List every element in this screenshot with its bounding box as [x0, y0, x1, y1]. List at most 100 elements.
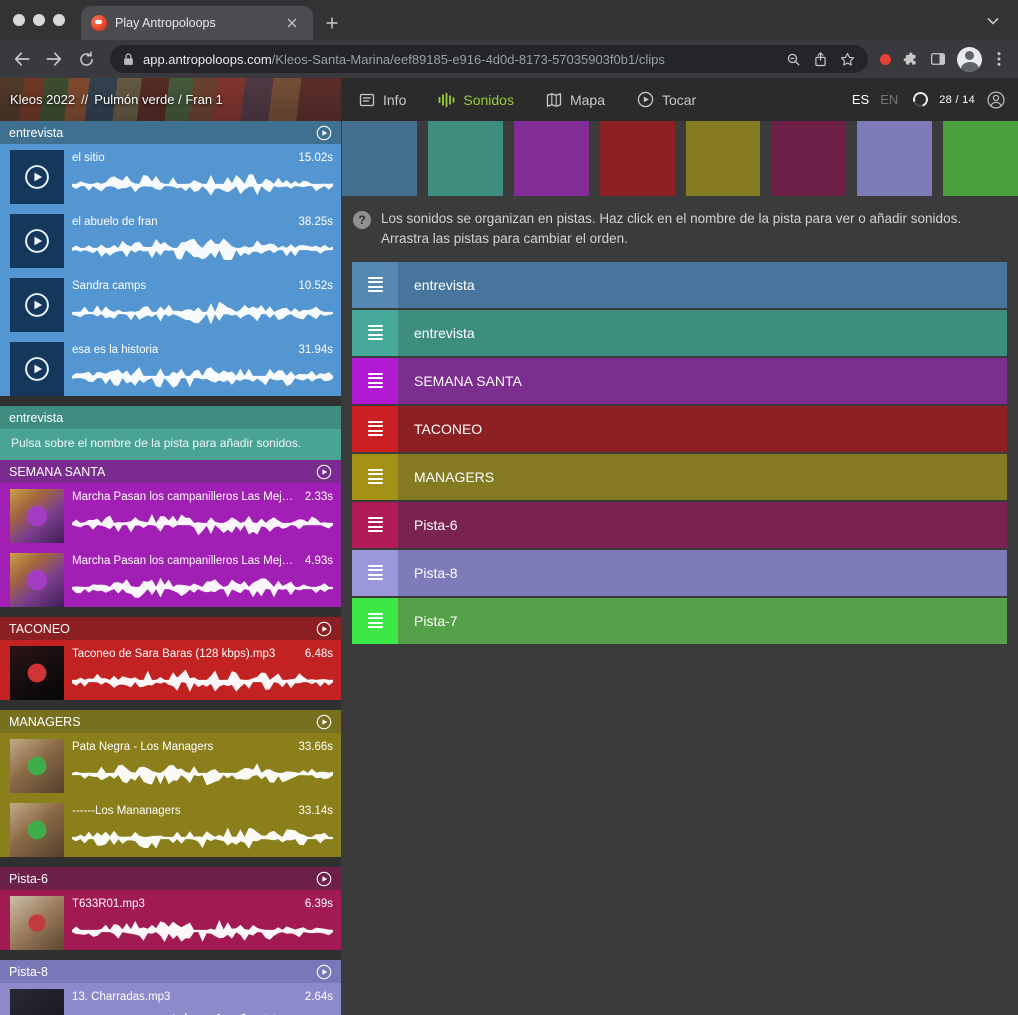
clip[interactable]: ------Los Mananagers33.14s	[10, 803, 333, 857]
track-row-name[interactable]: entrevista	[398, 262, 1007, 308]
recording-extension-icon[interactable]	[880, 54, 891, 65]
track-row-name[interactable]: Pista-7	[398, 598, 1007, 644]
track-row-name[interactable]: SEMANA SANTA	[398, 358, 1007, 404]
track-row[interactable]: Pista-6	[352, 502, 1007, 548]
drag-handle[interactable]	[352, 454, 398, 500]
drag-handle[interactable]	[352, 310, 398, 356]
clip-play-button[interactable]	[10, 150, 64, 204]
menu-kebab-icon[interactable]	[992, 51, 1006, 67]
clip-thumbnail[interactable]	[10, 989, 64, 1015]
track-row-name[interactable]: entrevista	[398, 310, 1007, 356]
clip[interactable]: 13. Charradas.mp32.64s	[10, 989, 333, 1015]
clip-thumbnail[interactable]	[10, 896, 64, 950]
clip[interactable]: Taconeo de Sara Baras (128 kbps).mp36.48…	[10, 646, 333, 700]
track-header[interactable]: entrevista	[0, 406, 341, 429]
clip-play-button[interactable]	[10, 278, 64, 332]
track-header[interactable]: entrevista	[0, 121, 341, 144]
drag-handle[interactable]	[352, 598, 398, 644]
lang-es-button[interactable]: ES	[852, 92, 869, 107]
clip[interactable]: el abuelo de fran38.25s	[10, 214, 333, 268]
tracks-sidebar: entrevista el sitio15.02s el abuelo de fra…	[0, 121, 341, 1015]
play-track-button[interactable]	[316, 621, 332, 637]
extensions-puzzle-icon[interactable]	[901, 50, 919, 68]
track-row-name[interactable]: Pista-6	[398, 502, 1007, 548]
clip[interactable]: esa es la historia31.94s	[10, 342, 333, 396]
address-bar[interactable]: app.antropoloops.com/Kleos-Santa-Marina/…	[110, 45, 868, 73]
zoom-icon[interactable]	[785, 51, 802, 68]
track-row[interactable]: Pista-7	[352, 598, 1007, 644]
close-window-button[interactable]	[13, 14, 25, 26]
clip-duration: 33.14s	[298, 805, 333, 817]
track-row[interactable]: SEMANA SANTA	[352, 358, 1007, 404]
breadcrumb-project[interactable]: Kleos 2022	[10, 92, 75, 107]
play-track-button[interactable]	[316, 714, 332, 730]
zoom-window-button[interactable]	[53, 14, 65, 26]
profile-avatar[interactable]	[957, 47, 982, 72]
lang-en-button[interactable]: EN	[880, 92, 898, 107]
track-row[interactable]: entrevista	[352, 310, 1007, 356]
track-color-swatch[interactable]	[943, 121, 1018, 196]
track-color-swatch[interactable]	[428, 121, 503, 196]
clip-thumbnail[interactable]	[10, 553, 64, 607]
track-color-swatch[interactable]	[514, 121, 589, 196]
drag-handle[interactable]	[352, 358, 398, 404]
track-row[interactable]: entrevista	[352, 262, 1007, 308]
play-track-button[interactable]	[316, 871, 332, 887]
new-tab-button[interactable]	[321, 12, 343, 34]
clip[interactable]: Marcha Pasan los campanilleros Las Mejor…	[10, 489, 333, 543]
clip[interactable]: el sitio15.02s	[10, 150, 333, 204]
track-row-name[interactable]: MANAGERS	[398, 454, 1007, 500]
bookmark-star-icon[interactable]	[839, 51, 856, 68]
clip[interactable]: Sandra camps10.52s	[10, 278, 333, 332]
side-panel-icon[interactable]	[929, 50, 947, 68]
drag-handle[interactable]	[352, 406, 398, 452]
account-icon[interactable]	[986, 90, 1006, 110]
clip-duration: 33.66s	[298, 741, 333, 753]
clip[interactable]: T633R01.mp36.39s	[10, 896, 333, 950]
track-row[interactable]: MANAGERS	[352, 454, 1007, 500]
nav-tab-sonidos[interactable]: Sonidos	[438, 92, 514, 108]
track-header[interactable]: MANAGERS	[0, 710, 341, 733]
clip[interactable]: Pata Negra - Los Managers33.66s	[10, 739, 333, 793]
track-row[interactable]: TACONEO	[352, 406, 1007, 452]
track-header[interactable]: Pista-8	[0, 960, 341, 983]
drag-handle[interactable]	[352, 502, 398, 548]
play-track-button[interactable]	[316, 125, 332, 141]
clip-thumbnail[interactable]	[10, 646, 64, 700]
clip-thumbnail[interactable]	[10, 489, 64, 543]
track-color-swatch[interactable]	[771, 121, 846, 196]
nav-tab-mapa[interactable]: Mapa	[546, 92, 605, 108]
track-color-swatch[interactable]	[600, 121, 675, 196]
track-row-name[interactable]: Pista-8	[398, 550, 1007, 596]
clip-play-button[interactable]	[10, 342, 64, 396]
reload-button[interactable]	[72, 45, 100, 73]
track-header[interactable]: Pista-6	[0, 867, 341, 890]
track-header[interactable]: TACONEO	[0, 617, 341, 640]
clip-duration: 10.52s	[298, 280, 333, 292]
nav-tab-info[interactable]: Info	[359, 92, 406, 108]
clip-play-button[interactable]	[10, 214, 64, 268]
clip[interactable]: Marcha Pasan los campanilleros Las Mejor…	[10, 553, 333, 607]
share-icon[interactable]	[812, 51, 829, 68]
drag-handle[interactable]	[352, 550, 398, 596]
drag-handle[interactable]	[352, 262, 398, 308]
back-button[interactable]	[8, 45, 36, 73]
breadcrumb[interactable]: Kleos 2022 // Pulmón verde / Fran 1	[0, 78, 341, 121]
track-color-swatch[interactable]	[342, 121, 417, 196]
play-track-button[interactable]	[316, 964, 332, 980]
track-header[interactable]: SEMANA SANTA	[0, 460, 341, 483]
close-tab-icon[interactable]	[281, 12, 303, 34]
tab-list-chevron-icon[interactable]	[982, 10, 1004, 32]
browser-tab[interactable]: Play Antropoloops	[81, 6, 313, 40]
track-row[interactable]: Pista-8	[352, 550, 1007, 596]
track-color-swatch[interactable]	[857, 121, 932, 196]
clip-thumbnail[interactable]	[10, 803, 64, 857]
forward-button[interactable]	[40, 45, 68, 73]
minimize-window-button[interactable]	[33, 14, 45, 26]
play-track-button[interactable]	[316, 464, 332, 480]
track-row-name[interactable]: TACONEO	[398, 406, 1007, 452]
nav-tab-tocar[interactable]: Tocar	[637, 91, 696, 108]
track-clips: el sitio15.02s el abuelo de fran38.25s San…	[0, 144, 341, 396]
track-color-swatch[interactable]	[686, 121, 761, 196]
clip-thumbnail[interactable]	[10, 739, 64, 793]
